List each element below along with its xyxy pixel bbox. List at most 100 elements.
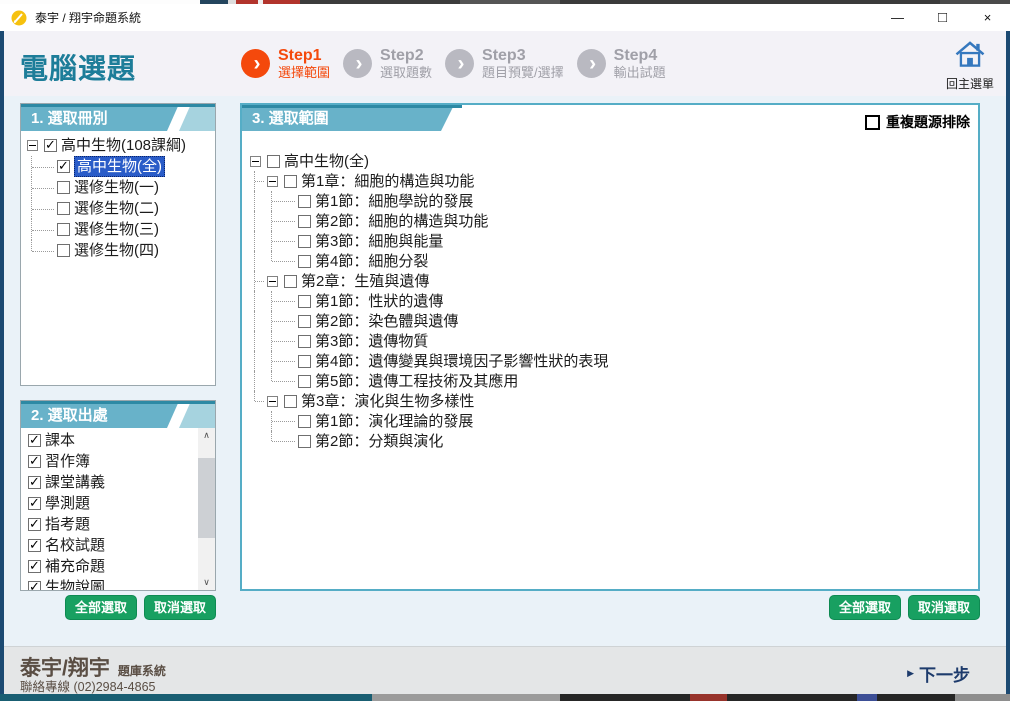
tree-node-label[interactable]: 高中生物(全) [74,156,165,177]
tree-node-label[interactable]: 第4節：遺傳變異與環境因子影響性狀的表現 [315,352,608,371]
tree-node-label[interactable]: 第2節：細胞的構造與功能 [315,212,488,231]
tree-row[interactable]: 第2節：分類與演化 [250,431,974,451]
tree-node-label[interactable]: 選修生物(一) [74,178,159,197]
source-checkbox[interactable] [28,518,41,531]
tree-row[interactable]: 第2章：生殖與遺傳 [250,271,974,291]
source-item[interactable]: 指考題 [28,514,215,535]
tree-node-label[interactable]: 第2節：染色體與遺傳 [315,312,458,331]
tree-checkbox[interactable] [284,275,297,288]
duplicate-filter[interactable]: 重複題源排除 [865,112,970,132]
tree-checkbox[interactable] [57,181,70,194]
tree-row[interactable]: 第3節：細胞與能量 [250,231,974,251]
step-item-2: ›Step2選取題數 [343,47,432,81]
source-item[interactable]: 課堂講義 [28,472,215,493]
scroll-down-icon[interactable]: ∨ [198,575,215,590]
tree-row[interactable]: 第1章：細胞的構造與功能 [250,171,974,191]
tree-node-label[interactable]: 選修生物(四) [74,241,159,260]
select-all-books-button[interactable]: 全部選取 [65,595,137,620]
collapse-icon[interactable] [267,176,284,187]
tree-node-label[interactable]: 高中生物(全) [284,152,369,171]
tree-node-label[interactable]: 選修生物(三) [74,220,159,239]
tree-row[interactable]: 選修生物(二) [27,198,213,219]
tree-checkbox[interactable] [57,202,70,215]
tree-node-label[interactable]: 高中生物(108課綱) [61,136,186,155]
deselect-scope-button[interactable]: 取消選取 [908,595,980,620]
next-step-button[interactable]: ▶ 下一步 [907,661,970,686]
deselect-books-button[interactable]: 取消選取 [144,595,216,620]
collapse-icon[interactable] [267,396,284,407]
tree-row[interactable]: 第3章：演化與生物多樣性 [250,391,974,411]
tree-checkbox[interactable] [298,215,311,228]
tree-node-label[interactable]: 第2章：生殖與遺傳 [301,272,429,291]
tree-row[interactable]: 選修生物(三) [27,219,213,240]
source-item[interactable]: 學測題 [28,493,215,514]
tree-node-label[interactable]: 第3節：細胞與能量 [315,232,443,251]
source-item[interactable]: 補充命題 [28,556,215,577]
tree-checkbox[interactable] [298,195,311,208]
sources-scrollbar[interactable]: ∧ ∨ [198,428,215,590]
tree-checkbox[interactable] [44,139,57,152]
source-item[interactable]: 名校試題 [28,535,215,556]
tree-row[interactable]: 第2節：細胞的構造與功能 [250,211,974,231]
tree-checkbox[interactable] [57,244,70,257]
tree-node-label[interactable]: 第1節：細胞學說的發展 [315,192,473,211]
collapse-icon[interactable] [250,156,267,167]
duplicate-filter-checkbox[interactable] [865,115,880,130]
source-checkbox[interactable] [28,539,41,552]
tree-node-label[interactable]: 第1章：細胞的構造與功能 [301,172,474,191]
tree-checkbox[interactable] [298,335,311,348]
tree-row[interactable]: 第4節：遺傳變異與環境因子影響性狀的表現 [250,351,974,371]
source-checkbox[interactable] [28,476,41,489]
tree-row[interactable]: 高中生物(全) [27,156,213,177]
tree-node-label[interactable]: 第3節：遺傳物質 [315,332,428,351]
source-item[interactable]: 生物說圖 [28,577,215,590]
tree-row[interactable]: 第3節：遺傳物質 [250,331,974,351]
collapse-icon[interactable] [27,140,44,151]
source-item[interactable]: 習作簿 [28,451,215,472]
home-button[interactable]: 回主選單 [944,40,996,92]
tree-checkbox[interactable] [298,315,311,328]
tree-node-label[interactable]: 第5節：遺傳工程技術及其應用 [315,372,518,391]
collapse-icon[interactable] [267,276,284,287]
tree-row[interactable]: 第5節：遺傳工程技術及其應用 [250,371,974,391]
tree-row[interactable]: 第1節：演化理論的發展 [250,411,974,431]
tree-row[interactable]: 第1節：細胞學說的發展 [250,191,974,211]
scroll-up-icon[interactable]: ∧ [198,428,215,443]
tree-row[interactable]: 高中生物(108課綱) [27,135,213,156]
tree-checkbox[interactable] [298,435,311,448]
tree-checkbox[interactable] [57,160,70,173]
tree-node-label[interactable]: 第2節：分類與演化 [315,432,443,451]
tree-row[interactable]: 高中生物(全) [250,151,974,171]
source-checkbox[interactable] [28,560,41,573]
tree-checkbox[interactable] [298,375,311,388]
source-checkbox[interactable] [28,434,41,447]
tree-node-label[interactable]: 第3章：演化與生物多樣性 [301,392,474,411]
source-item[interactable]: 課本 [28,430,215,451]
tree-row[interactable]: 第4節：細胞分裂 [250,251,974,271]
tree-checkbox[interactable] [298,235,311,248]
tree-row[interactable]: 第1節：性狀的遺傳 [250,291,974,311]
maximize-button[interactable]: □ [920,4,965,31]
minimize-button[interactable]: — [875,4,920,31]
tree-checkbox[interactable] [298,295,311,308]
tree-checkbox[interactable] [284,395,297,408]
tree-checkbox[interactable] [284,175,297,188]
source-checkbox[interactable] [28,497,41,510]
tree-checkbox[interactable] [57,223,70,236]
tree-node-label[interactable]: 第1節：性狀的遺傳 [315,292,443,311]
tree-row[interactable]: 選修生物(一) [27,177,213,198]
tree-node-label[interactable]: 第4節：細胞分裂 [315,252,428,271]
tree-node-label[interactable]: 第1節：演化理論的發展 [315,412,473,431]
tree-checkbox[interactable] [298,415,311,428]
tree-checkbox[interactable] [298,355,311,368]
select-all-scope-button[interactable]: 全部選取 [829,595,901,620]
source-checkbox[interactable] [28,581,41,590]
close-button[interactable]: × [965,4,1010,31]
scrollbar-thumb[interactable] [198,458,215,538]
source-checkbox[interactable] [28,455,41,468]
tree-row[interactable]: 選修生物(四) [27,240,213,261]
tree-row[interactable]: 第2節：染色體與遺傳 [250,311,974,331]
tree-checkbox[interactable] [267,155,280,168]
tree-node-label[interactable]: 選修生物(二) [74,199,159,218]
tree-checkbox[interactable] [298,255,311,268]
